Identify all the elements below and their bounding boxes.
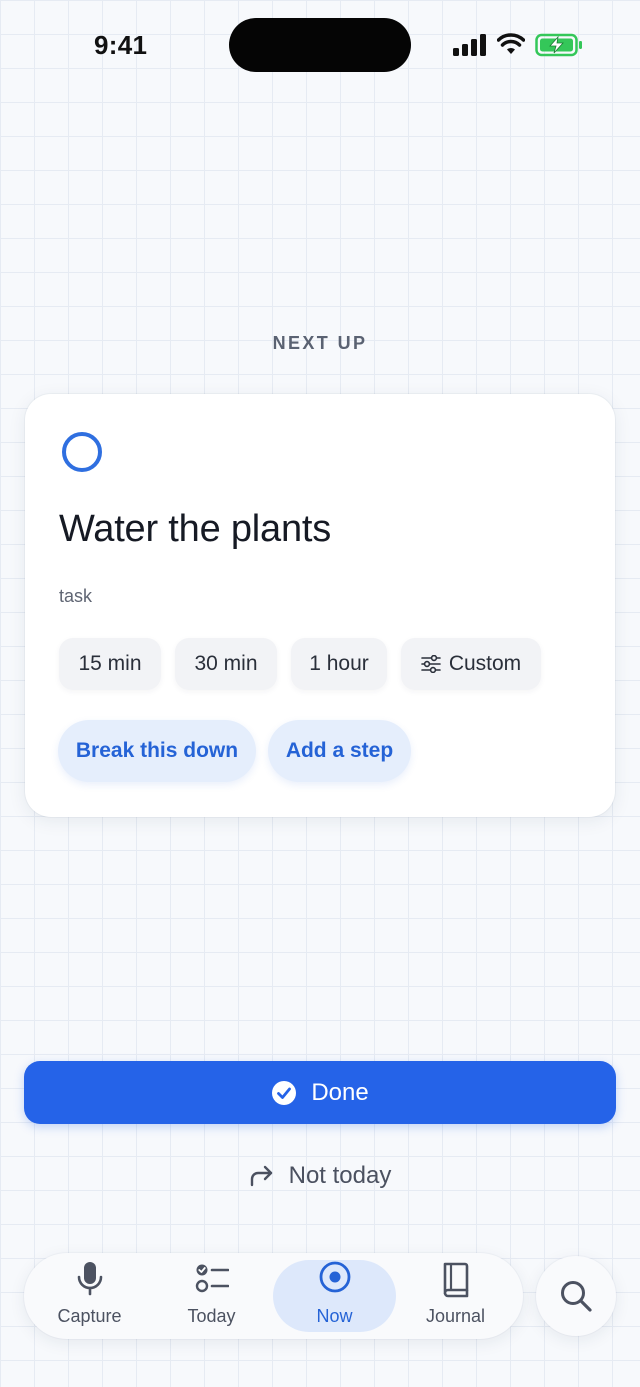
tab-label: Today — [187, 1306, 236, 1326]
task-title: Water the plants — [59, 508, 332, 550]
task-complete-checkbox[interactable] — [62, 432, 102, 472]
done-button[interactable]: Done — [24, 1061, 616, 1124]
microphone-icon — [77, 1262, 102, 1296]
tab-label: Journal — [425, 1306, 486, 1326]
sliders-icon — [421, 655, 441, 673]
cellular-signal-icon — [453, 34, 486, 56]
duration-chip-label: 30 min — [194, 652, 258, 675]
tab-now[interactable]: Now — [273, 1260, 396, 1332]
dynamic-island — [229, 18, 411, 72]
duration-chip-custom[interactable]: Custom — [401, 638, 541, 690]
check-circle-icon — [272, 1080, 297, 1105]
book-icon — [443, 1262, 468, 1298]
search-button[interactable] — [536, 1256, 616, 1336]
duration-chip-label: 15 min — [78, 652, 142, 675]
target-icon — [319, 1261, 350, 1293]
status-bar: 9:41 — [0, 0, 640, 90]
add-step-button[interactable]: Add a step — [268, 720, 411, 782]
duration-chip-15-min[interactable]: 15 min — [59, 638, 161, 690]
tab-bar: Capture Today Now Journal — [24, 1253, 523, 1339]
section-label-next-up: NEXT UP — [272, 333, 368, 353]
break-down-label: Break this down — [75, 739, 239, 762]
tab-label: Capture — [57, 1306, 122, 1326]
done-label: Done — [311, 1078, 369, 1106]
add-step-label: Add a step — [285, 739, 394, 762]
break-down-button[interactable]: Break this down — [58, 720, 256, 782]
search-icon — [561, 1281, 592, 1312]
task-card: Water the plants task 15 min 30 min 1 ho… — [25, 394, 615, 817]
checklist-icon — [195, 1264, 229, 1293]
duration-chip-label: 1 hour — [309, 652, 369, 675]
tab-label: Now — [316, 1306, 353, 1326]
battery-charging-icon — [535, 33, 582, 57]
not-today-button[interactable]: Not today — [0, 1156, 640, 1196]
tab-capture[interactable]: Capture — [32, 1260, 147, 1332]
wifi-icon — [497, 33, 525, 54]
forward-arrow-icon — [250, 1165, 272, 1187]
tab-journal[interactable]: Journal — [398, 1260, 513, 1332]
tab-today[interactable]: Today — [154, 1260, 269, 1332]
not-today-label: Not today — [288, 1162, 392, 1189]
duration-chip-1-hour[interactable]: 1 hour — [291, 638, 387, 690]
duration-chip-30-min[interactable]: 30 min — [175, 638, 277, 690]
duration-chip-label: Custom — [448, 652, 522, 675]
task-type-label: task — [59, 586, 93, 606]
status-time: 9:41 — [94, 30, 148, 60]
